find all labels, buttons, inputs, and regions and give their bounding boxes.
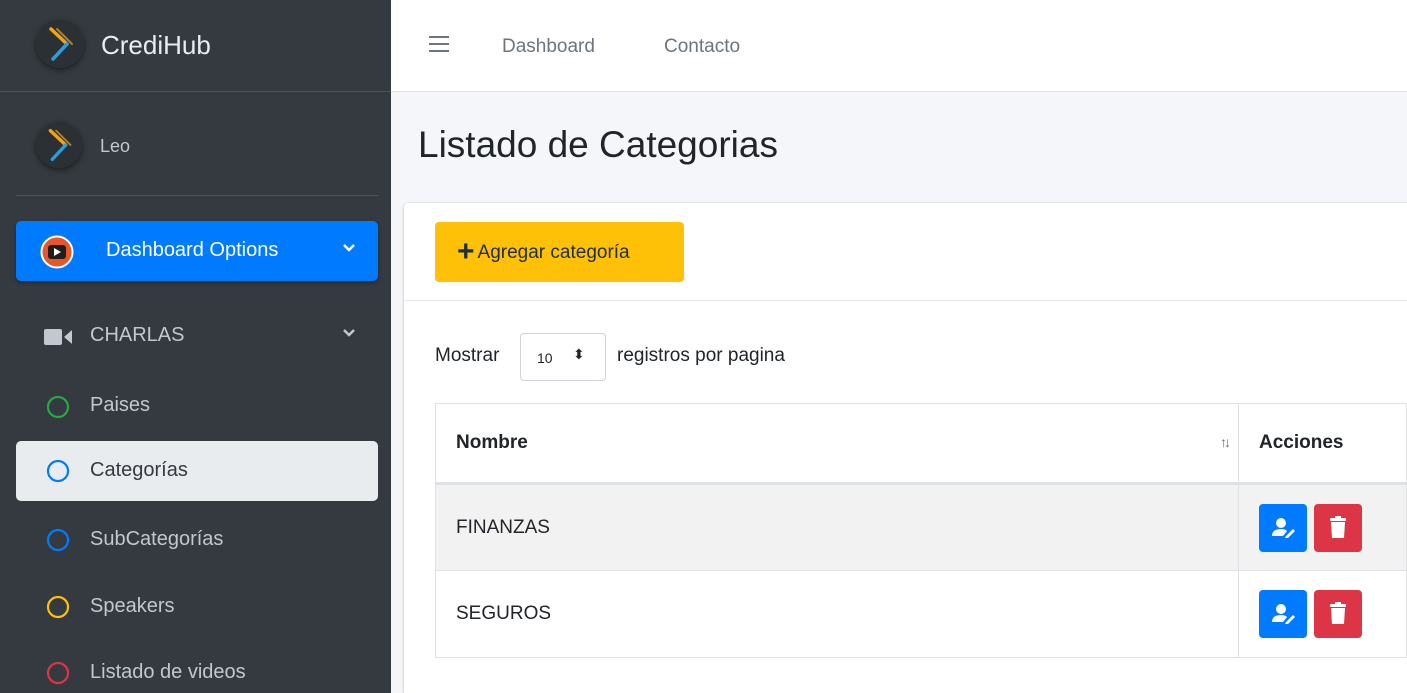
trash-icon (1330, 602, 1347, 624)
sidebar-item-label: Listado de videos (90, 661, 246, 683)
sidebar-item-subcategorias[interactable]: SubCategorías (16, 510, 378, 570)
trash-icon (1330, 515, 1347, 538)
youtube-play-icon (40, 235, 74, 274)
circle-icon (46, 459, 70, 488)
edit-button[interactable] (1259, 590, 1307, 638)
brand-name: CrediHub (101, 30, 211, 60)
nav-link-contacto[interactable]: Contacto (664, 36, 740, 58)
table-row: FINANZAS (435, 483, 1407, 571)
brand-link[interactable]: CrediHub (0, 0, 391, 92)
entries-per-page-value: 10 (537, 350, 553, 366)
sidebar-item-charlas[interactable]: CHARLAS (16, 306, 378, 366)
sidebar: CrediHub Leo Dashboard Options CHARLAS P… (0, 0, 391, 693)
circle-icon (46, 595, 70, 624)
user-panel[interactable]: Leo (16, 92, 378, 196)
chevron-down-icon (342, 241, 356, 260)
top-navbar: Dashboard Contacto (391, 0, 1407, 92)
brand-logo-icon (36, 20, 84, 68)
plus-icon: + (457, 235, 475, 268)
sidebar-item-dashboard-options[interactable]: Dashboard Options (16, 221, 378, 281)
edit-button[interactable] (1259, 503, 1307, 552)
column-header-nombre[interactable]: Nombre ↑↓ (435, 403, 1239, 485)
table-header-row: Nombre ↑↓ Acciones (435, 403, 1407, 485)
select-arrows-icon: ⬍ (573, 346, 585, 362)
user-name: Leo (100, 136, 131, 156)
sidebar-item-listado-videos[interactable]: Listado de videos (16, 643, 378, 693)
column-header-label: Acciones (1259, 432, 1344, 453)
sidebar-item-label: SubCategorías (90, 528, 224, 550)
user-edit-icon (1272, 517, 1295, 538)
delete-button[interactable] (1314, 503, 1363, 552)
length-prefix: Mostrar (435, 345, 500, 366)
column-header-acciones: Acciones (1238, 403, 1407, 485)
circle-icon (46, 528, 70, 557)
sort-icon: ↑↓ (1220, 434, 1231, 450)
card-header: + Agregar categoría (404, 203, 1407, 301)
video-camera-icon (44, 328, 74, 351)
add-category-label: Agregar categoría (477, 242, 630, 263)
categories-table: Nombre ↑↓ Acciones FINANZAS SEGUROS (435, 403, 1407, 658)
user-avatar (36, 122, 82, 168)
cell-nombre: SEGUROS (435, 570, 1239, 658)
sidebar-item-label: Paises (90, 394, 151, 416)
sidebar-item-label: Speakers (90, 595, 175, 617)
add-category-button[interactable]: + Agregar categoría (435, 222, 684, 282)
page-title: Listado de Categorias (418, 124, 778, 165)
sidebar-item-speakers[interactable]: Speakers (16, 577, 378, 637)
column-header-label: Nombre (456, 432, 528, 453)
table-row: SEGUROS (435, 570, 1407, 658)
length-suffix: registros por pagina (617, 345, 785, 366)
sidebar-item-label: Dashboard Options (106, 239, 279, 261)
nav-link-dashboard[interactable]: Dashboard (502, 36, 595, 58)
user-edit-icon (1272, 604, 1295, 624)
chevron-down-icon (342, 326, 356, 345)
sidebar-item-label: Categorías (90, 459, 188, 481)
sidebar-item-paises[interactable]: Paises (16, 376, 378, 436)
circle-icon (46, 395, 70, 424)
categories-card: + Agregar categoría Mostrar 10 ⬍ registro… (404, 203, 1407, 693)
circle-icon (46, 661, 70, 690)
hamburger-menu-icon[interactable] (429, 36, 449, 54)
cell-nombre: FINANZAS (435, 483, 1239, 571)
delete-button[interactable] (1314, 590, 1363, 638)
sidebar-item-categorias[interactable]: Categorías (16, 441, 378, 501)
sidebar-item-label: CHARLAS (90, 324, 185, 346)
entries-per-page-select[interactable]: 10 ⬍ (520, 333, 606, 381)
cell-acciones (1238, 483, 1407, 571)
cell-acciones (1238, 570, 1407, 658)
